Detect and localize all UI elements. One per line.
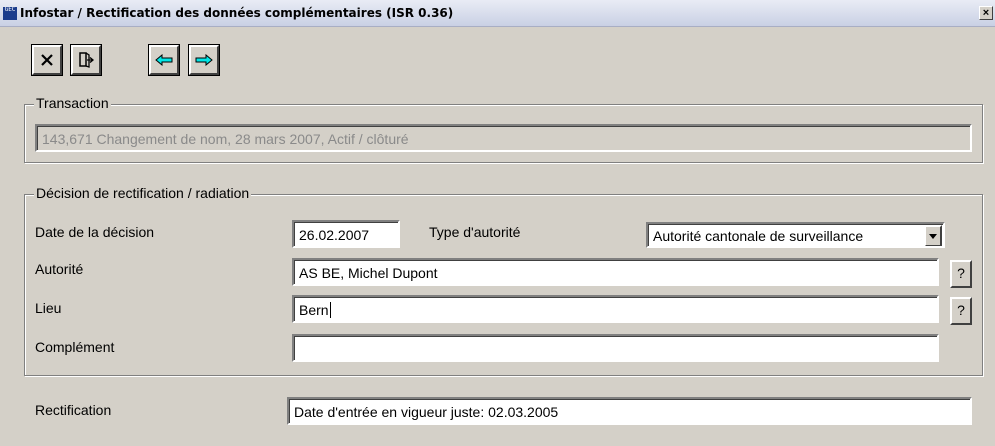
text-cursor	[329, 302, 331, 318]
door-exit-icon	[79, 52, 95, 68]
arrow-right-icon	[195, 54, 213, 66]
chevron-down-icon	[929, 233, 937, 239]
app-icon: GEC	[3, 7, 17, 20]
decision-date-input[interactable]: 26.02.2007	[292, 220, 400, 248]
window-title: Infostar / Rectification des données com…	[20, 6, 454, 20]
authority-input[interactable]: AS BE, Michel Dupont	[292, 258, 939, 286]
place-label: Lieu	[35, 300, 62, 316]
rectification-input[interactable]: Date d'entrée en vigueur juste: 02.03.20…	[287, 397, 972, 425]
transaction-legend: Transaction	[34, 95, 111, 111]
place-lookup-button[interactable]: ?	[950, 297, 972, 325]
complement-input[interactable]	[292, 334, 939, 362]
decision-legend: Décision de rectification / radiation	[34, 185, 252, 201]
title-bar: GEC Infostar / Rectification des données…	[0, 0, 995, 27]
next-button[interactable]	[188, 44, 220, 76]
authority-lookup-button[interactable]: ?	[950, 260, 972, 288]
exit-button[interactable]	[70, 44, 102, 76]
place-input[interactable]: Bern	[292, 295, 939, 323]
rectification-label: Rectification	[35, 402, 112, 418]
authority-label: Autorité	[35, 261, 84, 277]
authority-type-select[interactable]: Autorité cantonale de surveillance	[646, 222, 945, 248]
decision-date-label: Date de la décision	[35, 224, 155, 240]
complement-label: Complément	[35, 339, 115, 355]
authority-type-label: Type d'autorité	[429, 224, 521, 240]
window-close-button[interactable]: ×	[979, 6, 993, 20]
close-x-icon	[41, 54, 53, 66]
cancel-button[interactable]	[31, 44, 63, 76]
authority-type-value: Autorité cantonale de surveillance	[653, 228, 864, 244]
previous-button[interactable]	[148, 44, 180, 76]
authority-type-dropdown-button[interactable]	[924, 225, 942, 246]
place-value: Bern	[299, 302, 329, 318]
transaction-field: 143,671 Changement de nom, 28 mars 2007,…	[35, 124, 972, 152]
arrow-left-icon	[155, 54, 173, 66]
